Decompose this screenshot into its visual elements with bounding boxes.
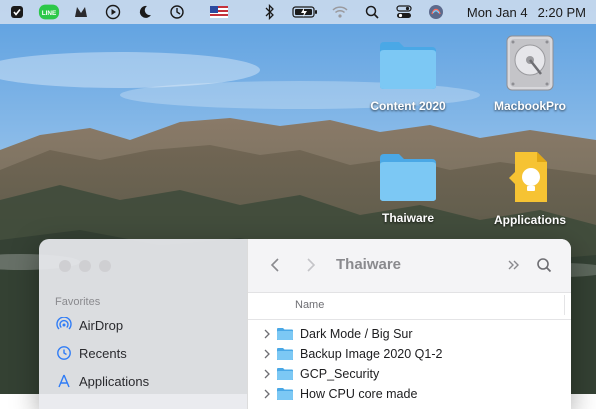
finder-sidebar: Favorites AirDrop Recents Applications bbox=[39, 239, 247, 409]
disclosure-chevron-icon[interactable] bbox=[262, 349, 272, 359]
desktop-item-label: Thaiware bbox=[381, 211, 435, 225]
desktop-item-label: Content 2020 bbox=[370, 99, 446, 113]
sidebar-section-favorites: Favorites bbox=[55, 296, 101, 308]
sidebar-item-applications[interactable]: Applications bbox=[55, 371, 149, 391]
close-button[interactable] bbox=[59, 260, 71, 272]
window-title: Thaiware bbox=[336, 256, 402, 273]
clock-icon bbox=[55, 344, 73, 362]
time-machine-icon[interactable] bbox=[166, 2, 188, 22]
column-header-label: Name bbox=[295, 299, 325, 311]
back-button[interactable] bbox=[266, 256, 284, 274]
sidebar-item-label: Recents bbox=[79, 345, 127, 361]
finder-window: Favorites AirDrop Recents Applications T… bbox=[39, 239, 571, 409]
file-name: Backup Image 2020 Q1-2 bbox=[300, 347, 443, 361]
flag-icon[interactable] bbox=[208, 2, 230, 22]
menu-bar: LINE Mon Jan 4 2:20 PM bbox=[0, 0, 596, 24]
disclosure-chevron-icon[interactable] bbox=[262, 369, 272, 379]
file-name: Dark Mode / Big Sur bbox=[300, 327, 413, 341]
zoom-button[interactable] bbox=[99, 260, 111, 272]
play-icon[interactable] bbox=[102, 2, 124, 22]
line-icon-label: LINE bbox=[42, 10, 57, 17]
window-controls bbox=[59, 260, 111, 272]
desktop-item-label: MacbookPro bbox=[493, 99, 566, 113]
file-row[interactable]: GCP_Security bbox=[248, 364, 571, 384]
search-button[interactable] bbox=[535, 256, 553, 274]
folder-icon bbox=[277, 328, 293, 340]
sidebar-item-airdrop[interactable]: AirDrop bbox=[55, 315, 123, 335]
column-header-name[interactable]: Name bbox=[248, 293, 571, 320]
airdrop-icon bbox=[55, 316, 73, 334]
desktop-item-content-2020[interactable]: Content 2020 bbox=[353, 38, 463, 113]
file-row[interactable]: How CPU core made bbox=[248, 384, 571, 404]
disclosure-chevron-icon[interactable] bbox=[262, 389, 272, 399]
disclosure-chevron-icon[interactable] bbox=[262, 329, 272, 339]
sidebar-item-recents[interactable]: Recents bbox=[55, 343, 127, 363]
moon-icon[interactable] bbox=[134, 2, 156, 22]
battery-icon[interactable] bbox=[291, 2, 319, 22]
file-row[interactable]: Backup Image 2020 Q1-2 bbox=[248, 344, 571, 364]
forward-button[interactable] bbox=[302, 256, 320, 274]
applications-icon bbox=[55, 372, 73, 390]
search-icon[interactable] bbox=[361, 2, 383, 22]
file-name: How CPU core made bbox=[300, 387, 418, 401]
more-toolbar-button[interactable] bbox=[505, 256, 523, 274]
finder-content: Thaiware Name Dark Mode / Big Sur Backup… bbox=[247, 239, 571, 409]
applications-icon bbox=[509, 152, 547, 202]
folder-icon bbox=[380, 154, 436, 201]
finder-toolbar: Thaiware bbox=[248, 239, 571, 293]
hard-drive-icon bbox=[506, 35, 554, 91]
bluetooth-icon[interactable] bbox=[259, 2, 281, 22]
folder-icon bbox=[277, 388, 293, 400]
folder-icon bbox=[277, 368, 293, 380]
siri-icon[interactable] bbox=[425, 2, 447, 22]
column-divider[interactable] bbox=[564, 295, 565, 315]
desktop-item-label: Applications bbox=[493, 213, 566, 227]
minimize-button[interactable] bbox=[79, 260, 91, 272]
file-row[interactable]: Dark Mode / Big Sur bbox=[248, 324, 571, 344]
folder-icon bbox=[277, 348, 293, 360]
sidebar-item-label: AirDrop bbox=[79, 317, 124, 333]
malwarebytes-icon[interactable] bbox=[70, 2, 92, 22]
sidebar-item-label: Applications bbox=[79, 373, 150, 389]
desktop-item-applications[interactable]: Applications bbox=[475, 148, 585, 227]
wifi-icon[interactable] bbox=[329, 2, 351, 22]
desktop-item-thaiware[interactable]: Thaiware bbox=[353, 150, 463, 225]
menubar-time[interactable]: 2:20 PM bbox=[538, 5, 586, 20]
desktop-item-macbookpro[interactable]: MacbookPro bbox=[475, 34, 585, 113]
menubar-date[interactable]: Mon Jan 4 bbox=[467, 5, 528, 20]
line-icon[interactable]: LINE bbox=[38, 2, 60, 22]
checkbox-icon[interactable] bbox=[6, 2, 28, 22]
folder-icon bbox=[380, 42, 436, 89]
control-center-icon[interactable] bbox=[393, 2, 415, 22]
file-name: GCP_Security bbox=[300, 367, 380, 381]
